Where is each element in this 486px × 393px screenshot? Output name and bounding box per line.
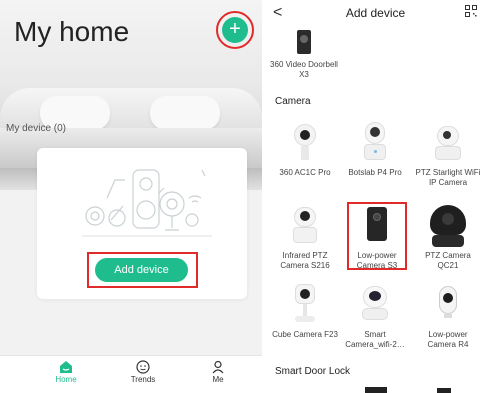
highlight-ring: [347, 202, 407, 270]
tab-trends-label: Trends: [130, 375, 156, 384]
ptz-camera-icon: [428, 122, 468, 162]
smart-camera-icon: [355, 284, 395, 324]
device-label: PTZ Camera QC21: [425, 251, 471, 270]
pillow-image: [150, 96, 220, 130]
battery-camera-icon: [428, 284, 468, 324]
ptz-camera-icon: [426, 205, 470, 249]
tab-trends[interactable]: Trends: [113, 360, 173, 384]
page-title: Add device: [345, 6, 406, 20]
door-lock-icon: [437, 388, 451, 393]
section-smart-door-lock: Smart Door Lock: [275, 366, 351, 377]
add-device-fab[interactable]: +: [222, 17, 248, 43]
add-device-screen: < Add device 360 Video Doorbell X3 Camer…: [265, 0, 486, 393]
device-item[interactable]: Infrared PTZ Camera S216: [271, 205, 339, 270]
cube-camera-icon: [285, 284, 325, 324]
device-item[interactable]: Low-power Camera R4: [414, 284, 482, 349]
door-lock-icon: [365, 387, 387, 393]
smiley-icon: [136, 360, 150, 374]
my-device-label: My device (0): [6, 123, 67, 134]
qr-scan-icon[interactable]: [465, 5, 477, 17]
device-label: PTZ Starlight WiFi IP Camera: [415, 168, 481, 187]
device-label: Infrared PTZ Camera S216: [280, 251, 330, 270]
device-item[interactable]: Smart Camera_wifi-2…: [341, 284, 409, 349]
tab-me-label: Me: [212, 375, 224, 384]
dome-camera-icon: [285, 122, 325, 162]
ptz-camera-icon: [355, 122, 395, 162]
device-item[interactable]: PTZ Starlight WiFi IP Camera: [414, 122, 482, 187]
device-label: Smart Camera_wifi-2…: [345, 330, 405, 349]
person-icon: [212, 360, 224, 374]
section-camera: Camera: [275, 96, 311, 107]
ptz-camera-icon: [285, 205, 325, 245]
bottom-tab-bar: Home Trends Me: [0, 355, 262, 393]
doorbell-icon: [284, 30, 324, 54]
device-item[interactable]: PTZ Camera QC21: [414, 205, 482, 270]
device-item[interactable]: 360 AC1C Pro: [271, 122, 339, 178]
tab-me[interactable]: Me: [188, 360, 248, 384]
tab-home-label: Home: [55, 375, 77, 384]
tab-home[interactable]: Home: [36, 360, 96, 384]
device-label: Cube Camera F23: [272, 330, 338, 339]
device-label: 360 Video Doorbell X3: [270, 60, 338, 79]
add-device-button[interactable]: Add device: [95, 258, 188, 282]
device-label: Low-power Camera R4: [427, 330, 469, 349]
device-item[interactable]: Cube Camera F23: [271, 284, 339, 340]
device-label: Botslab P4 Pro: [348, 168, 402, 177]
home-screen: My home + My device (0) Add device Home …: [0, 0, 262, 393]
device-item[interactable]: 360 Video Doorbell X3: [270, 30, 338, 79]
home-icon: [60, 361, 72, 373]
devices-illustration-icon: [82, 169, 212, 237]
device-item[interactable]: Botslab P4 Pro: [341, 122, 409, 178]
empty-device-card: Add device: [37, 148, 247, 299]
device-label: 360 AC1C Pro: [279, 168, 331, 177]
page-title: My home: [14, 16, 130, 47]
plus-icon: +: [229, 18, 241, 40]
